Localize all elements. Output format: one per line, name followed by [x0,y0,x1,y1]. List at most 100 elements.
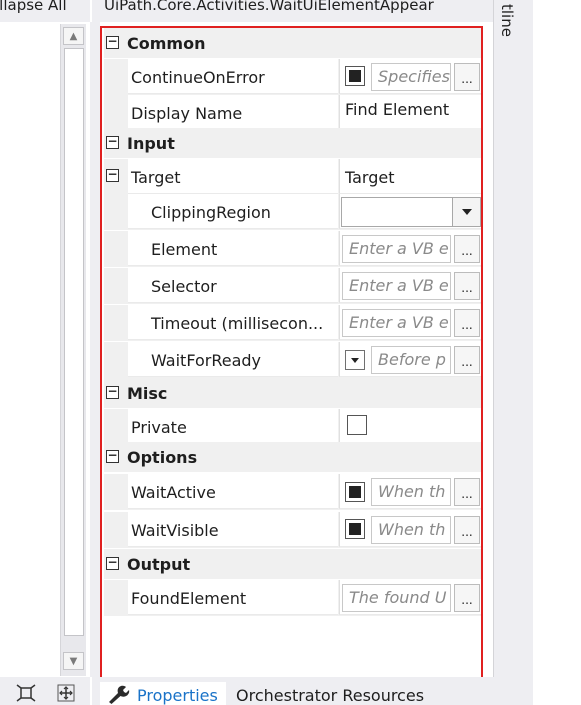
property-value-cell [339,194,481,229]
property-row-wait-visible: WaitVisible When th ... [104,512,481,548]
category-common[interactable]: − Common [104,28,481,58]
property-name: WaitVisible [131,521,219,540]
property-row-found-element: FoundElement The found U ... [104,580,481,616]
property-value-cell: When th ... [339,512,481,547]
category-label: Misc [127,384,168,403]
property-name: FoundElement [131,589,247,608]
property-name-cell: ClippingRegion [128,194,338,229]
wait-for-ready-expression[interactable]: Before p [371,346,451,374]
tab-properties-label: Properties [137,686,218,705]
collapse-all-area: ollapse All [0,0,90,22]
expression-placeholder: Enter a VB e [349,313,449,332]
property-value-cell: Enter a VB e ... [339,305,481,340]
property-value-cell: Enter a VB e ... [339,268,481,303]
element-expression[interactable]: Enter a VB e [342,235,451,263]
expression-placeholder: Enter a VB e [349,276,449,295]
property-name: ContinueOnError [131,68,265,87]
property-value-cell: Enter a VB e ... [339,231,481,266]
expression-editor-button[interactable]: ... [454,309,480,337]
property-row-continue-on-error: ContinueOnError Specifies ... [104,59,481,95]
expression-editor-button[interactable]: ... [454,478,480,506]
wait-visible-checkbox[interactable] [345,519,365,539]
property-row-private: Private [104,409,481,445]
chevron-down-icon[interactable] [452,198,480,226]
pane-divider [90,22,100,677]
clipping-region-dropdown[interactable] [341,197,481,227]
collapse-toggle-icon[interactable]: − [106,556,119,570]
category-label: Common [127,34,206,53]
property-value-cell: Before p ... [339,342,481,377]
property-row-timeout: Timeout (millisecon... Enter a VB e ... [104,305,481,341]
expression-editor-button[interactable]: ... [454,235,480,263]
property-name: Element [151,240,218,259]
outline-tab[interactable]: tline [498,4,516,37]
property-name-cell: Private [128,409,338,444]
category-options[interactable]: − Options [104,442,481,472]
category-label: Output [127,555,191,574]
property-name: ClippingRegion [151,203,271,222]
property-value-cell [339,409,481,444]
property-row-selector: Selector Enter a VB e ... [104,268,481,304]
private-checkbox[interactable] [347,415,367,435]
property-name-cell: Timeout (millisecon... [128,305,338,340]
properties-header: UiPath.Core.Activities.WaitUiElementAppe… [92,0,532,22]
expression-editor-button[interactable]: ... [454,516,480,544]
property-name-cell: WaitVisible [128,512,338,547]
property-name-cell: WaitActive [128,474,338,509]
category-output[interactable]: − Output [104,549,481,579]
property-value-cell: Target [339,159,481,194]
selector-expression[interactable]: Enter a VB e [342,272,451,300]
tab-orchestrator-resources[interactable]: Orchestrator Resources [236,686,424,705]
category-input[interactable]: − Input [104,128,481,158]
display-name-value[interactable]: Find Element [345,100,449,119]
collapse-toggle-icon[interactable]: − [106,135,119,149]
expression-placeholder: Before p [378,350,446,369]
scroll-thumb[interactable] [64,48,84,636]
collapse-all-link[interactable]: ollapse All [0,0,67,14]
collapse-toggle-icon[interactable]: − [106,168,119,182]
wait-active-checkbox[interactable] [345,482,365,502]
property-value-cell: Specifies ... [339,59,481,94]
wrench-icon [109,685,130,704]
collapse-toggle-icon[interactable]: − [106,35,119,49]
expression-placeholder: Specifies [378,67,450,86]
property-name-cell: Target [128,159,338,194]
expression-placeholder: When th [378,482,446,501]
collapse-toggle-icon[interactable]: − [106,385,119,399]
wait-active-expression[interactable]: When th [371,478,451,506]
property-value-cell: The found U ... [339,580,481,615]
expand-arrows-icon[interactable] [54,683,78,703]
property-value-cell[interactable]: Find Element [339,95,481,130]
tab-properties[interactable]: Properties [100,682,226,705]
category-misc[interactable]: − Misc [104,378,481,408]
property-name-cell: Selector [128,268,338,303]
timeout-expression[interactable]: Enter a VB e [342,309,451,337]
property-name: WaitActive [131,483,216,502]
wait-visible-expression[interactable]: When th [371,516,451,544]
expression-editor-button[interactable]: ... [454,584,480,612]
activity-type-title: UiPath.Core.Activities.WaitUiElementAppe… [104,0,434,14]
continue-on-error-checkbox[interactable] [345,66,365,86]
property-row-wait-for-ready: WaitForReady Before p ... [104,342,481,378]
property-name-cell: Element [128,231,338,266]
property-row-clipping-region: ClippingRegion [104,194,481,230]
property-name-cell: Display Name [128,95,338,130]
property-value-cell: When th ... [339,474,481,509]
target-value: Target [345,168,395,187]
continue-on-error-expression[interactable]: Specifies [371,63,451,91]
property-name: Display Name [131,104,243,123]
expression-placeholder: Enter a VB e [349,239,449,258]
property-name: Private [131,418,187,437]
fit-to-screen-icon[interactable] [14,683,38,703]
wait-for-ready-dropdown[interactable] [345,350,365,370]
found-element-expression[interactable]: The found U [342,584,451,612]
property-name: WaitForReady [151,351,261,370]
property-name-cell: WaitForReady [128,342,338,377]
collapse-toggle-icon[interactable]: − [106,449,119,463]
scroll-up-button[interactable]: ▲ [63,27,84,45]
expression-editor-button[interactable]: ... [454,346,480,374]
property-name: Timeout (millisecon... [151,314,324,333]
expression-editor-button[interactable]: ... [454,63,480,91]
scroll-down-button[interactable]: ▼ [63,652,84,670]
expression-editor-button[interactable]: ... [454,272,480,300]
